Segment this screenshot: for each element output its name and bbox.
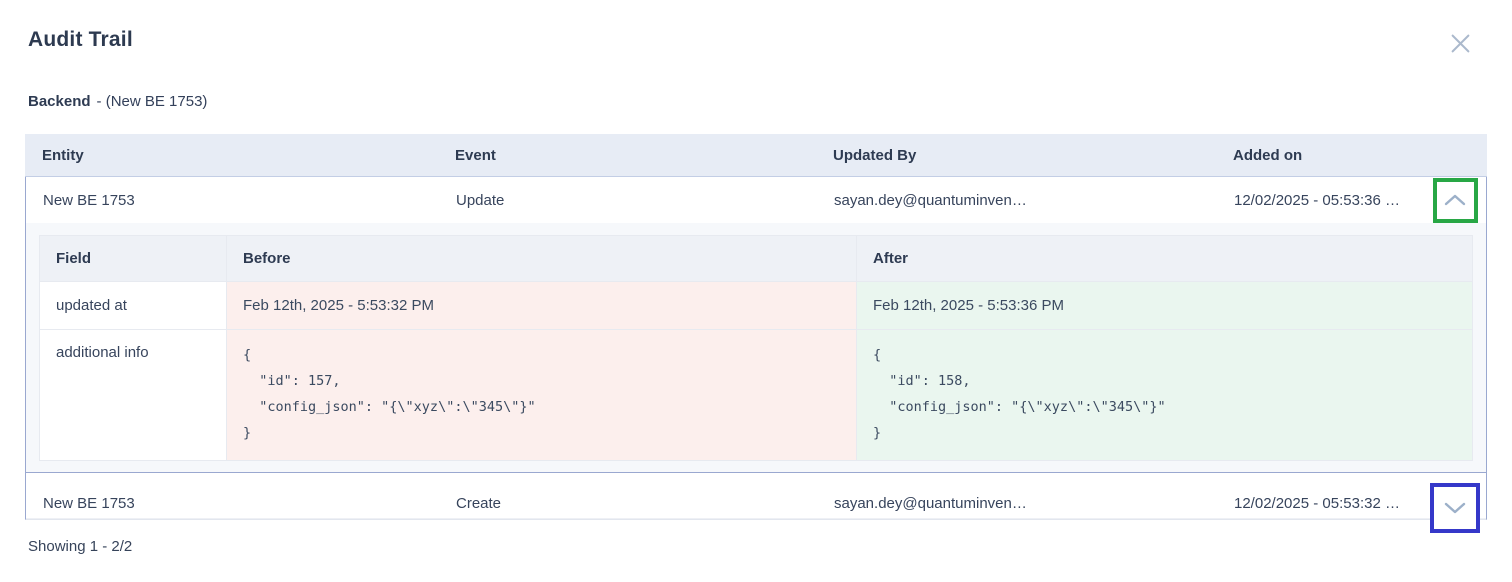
audit-table: Entity Event Updated By Added on New BE … (25, 134, 1487, 520)
modal-header: Audit Trail (0, 0, 1512, 57)
diff-row: additional info { "id": 157, "config_jso… (40, 330, 1473, 461)
column-header-entity: Entity (25, 147, 438, 164)
pagination-summary: Showing 1 - 2/2 (28, 538, 1512, 555)
table-body: New BE 1753 Update sayan.dey@quantuminve… (25, 177, 1487, 520)
row-added-on: 12/02/2025 - 05:53:32 … (1217, 495, 1424, 512)
diff-field-name: additional info (40, 330, 227, 461)
row-entity: New BE 1753 (26, 192, 439, 209)
entity-type-label: Backend (28, 93, 91, 110)
row-event: Create (439, 495, 817, 512)
collapse-row-button[interactable] (1440, 190, 1470, 210)
expand-row-highlight (1430, 483, 1480, 533)
collapse-row-highlight (1433, 178, 1478, 223)
close-button[interactable] (1447, 30, 1474, 57)
row-updated-by: sayan.dey@quantuminven… (817, 495, 1217, 512)
table-header-row: Entity Event Updated By Added on (25, 134, 1487, 177)
expanded-row-group: New BE 1753 Update sayan.dey@quantuminve… (26, 177, 1486, 473)
row-event: Update (439, 192, 817, 209)
table-row: New BE 1753 Create sayan.dey@quantuminve… (26, 473, 1486, 519)
audit-trail-modal: Audit Trail Backend - (New BE 1753) Enti… (0, 0, 1512, 555)
diff-column-field: Field (40, 236, 227, 282)
breadcrumb: Backend - (New BE 1753) (0, 93, 1512, 110)
row-detail-panel: Field Before After updated at Feb 12th, … (26, 223, 1486, 472)
diff-row: updated at Feb 12th, 2025 - 5:53:32 PM F… (40, 282, 1473, 330)
diff-table: Field Before After updated at Feb 12th, … (39, 235, 1473, 461)
column-header-added-on: Added on (1216, 147, 1425, 164)
diff-before-value: Feb 12th, 2025 - 5:53:32 PM (227, 282, 857, 330)
chevron-down-icon (1444, 502, 1466, 517)
row-added-on: 12/02/2025 - 05:53:36 … (1217, 192, 1424, 209)
column-header-updated-by: Updated By (816, 147, 1216, 164)
diff-after-value: Feb 12th, 2025 - 5:53:36 PM (857, 282, 1473, 330)
column-header-event: Event (438, 147, 816, 164)
row-entity: New BE 1753 (26, 495, 439, 512)
diff-field-name: updated at (40, 282, 227, 330)
close-icon (1447, 45, 1474, 60)
table-row: New BE 1753 Update sayan.dey@quantuminve… (26, 177, 1486, 223)
diff-column-before: Before (227, 236, 857, 282)
diff-after-value: { "id": 158, "config_json": "{\"xyz\":\"… (857, 330, 1473, 461)
chevron-up-icon (1444, 194, 1466, 209)
expand-row-button[interactable] (1440, 498, 1470, 518)
row-actions-cell (1424, 473, 1486, 533)
row-actions-cell (1424, 177, 1486, 223)
page-title: Audit Trail (28, 28, 133, 52)
diff-column-after: After (857, 236, 1473, 282)
diff-header-row: Field Before After (40, 236, 1473, 282)
entity-ref-label: - (New BE 1753) (97, 93, 208, 110)
row-updated-by: sayan.dey@quantuminven… (817, 192, 1217, 209)
diff-before-value: { "id": 157, "config_json": "{\"xyz\":\"… (227, 330, 857, 461)
